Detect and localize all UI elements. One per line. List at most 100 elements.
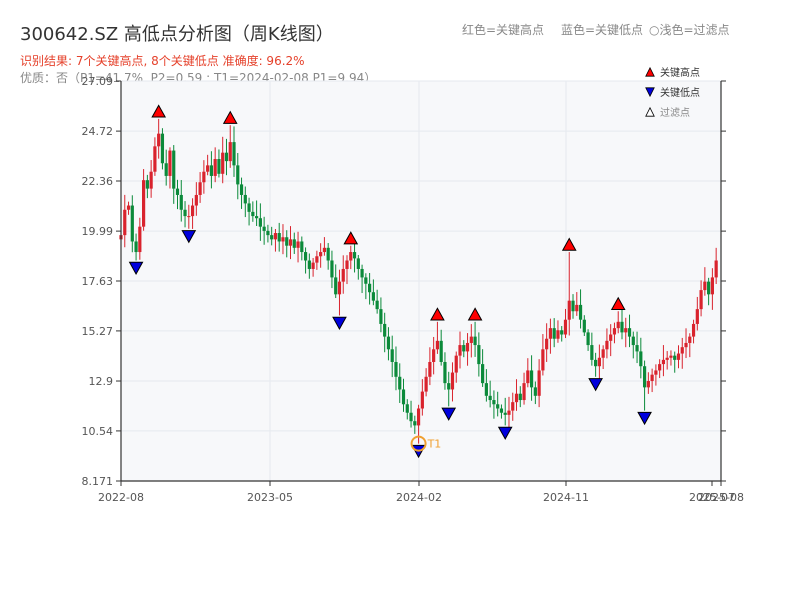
candle-body xyxy=(281,237,285,242)
candle-body xyxy=(624,328,628,333)
candle-body xyxy=(710,277,714,295)
candle-body xyxy=(676,353,681,360)
candle-body xyxy=(285,237,289,246)
candle-body xyxy=(642,366,647,388)
candle-body xyxy=(349,252,353,261)
candle-body xyxy=(420,391,424,409)
candle-body xyxy=(251,211,255,217)
candle-body xyxy=(428,361,432,377)
candle-body xyxy=(266,230,270,236)
candle-body xyxy=(658,364,662,371)
candle-body xyxy=(424,376,428,392)
candle-body xyxy=(364,277,368,284)
candle-body xyxy=(646,381,650,388)
candle-body xyxy=(164,163,168,176)
candle-body xyxy=(371,292,375,301)
candle-body xyxy=(492,400,496,405)
candle-body xyxy=(450,372,455,390)
candle-body xyxy=(334,277,338,295)
y-tick-label: 19.99 xyxy=(82,225,114,238)
candle-body xyxy=(198,182,202,195)
candle-body xyxy=(153,146,157,172)
candle-body xyxy=(582,319,586,333)
candle-body xyxy=(507,410,511,415)
candle-body xyxy=(341,268,345,282)
candle-body xyxy=(292,239,296,248)
candle-body xyxy=(673,355,677,360)
candle-body xyxy=(529,370,534,388)
candle-body xyxy=(571,300,575,312)
candle-body xyxy=(405,404,409,413)
candle-body xyxy=(439,340,443,362)
candle-body xyxy=(454,355,458,373)
candle-body xyxy=(620,321,624,333)
legend-label: 过滤点 xyxy=(660,106,690,119)
candle-body xyxy=(386,336,391,350)
candle-body xyxy=(398,376,402,390)
candle-body xyxy=(315,256,319,263)
candle-body xyxy=(262,226,266,231)
candle-body xyxy=(330,260,334,278)
candle-body xyxy=(601,349,605,358)
candle-body xyxy=(360,268,364,278)
candle-body xyxy=(631,336,635,346)
x-tick-label: 2023-05 xyxy=(247,491,293,504)
candle-body xyxy=(288,239,293,246)
candle-body xyxy=(684,342,688,348)
candle-body xyxy=(522,383,526,401)
candle-body xyxy=(352,252,357,259)
candle-body xyxy=(255,216,259,219)
y-tick-label: 24.72 xyxy=(82,125,114,138)
x-tick-label: 2024-02 xyxy=(396,491,442,504)
candle-body xyxy=(499,408,504,413)
y-tick-label: 27.09 xyxy=(82,75,114,88)
candle-body xyxy=(605,340,609,350)
candle-body xyxy=(413,421,417,426)
candle-body xyxy=(416,408,421,426)
candle-body xyxy=(213,159,217,176)
candle-body xyxy=(541,349,545,371)
candle-body xyxy=(123,209,127,236)
candle-body xyxy=(714,260,718,278)
candle-body xyxy=(172,150,176,189)
candle-body xyxy=(526,370,530,384)
candle-body xyxy=(537,370,541,396)
candle-body xyxy=(503,412,507,415)
candle-body xyxy=(669,355,673,358)
candle-body xyxy=(590,345,594,360)
candle-body xyxy=(277,233,281,242)
legend-label: 关键低点 xyxy=(660,86,700,99)
candle-body xyxy=(443,361,447,384)
candle-body xyxy=(157,133,161,147)
candle-body xyxy=(401,389,406,405)
x-tick-label: 2022-08 xyxy=(98,491,144,504)
candle-body xyxy=(680,347,684,354)
candle-body xyxy=(319,252,323,257)
candle-body xyxy=(695,309,699,324)
candle-body xyxy=(567,300,571,320)
candle-body xyxy=(661,359,666,365)
candle-body xyxy=(477,345,481,365)
candle-body xyxy=(149,171,153,189)
candle-body xyxy=(326,247,330,261)
candle-body xyxy=(458,345,462,356)
candle-body xyxy=(473,336,477,346)
candle-body xyxy=(232,142,236,166)
candle-body xyxy=(179,194,183,210)
candle-body xyxy=(688,336,692,343)
candle-body xyxy=(356,258,360,269)
candle-body xyxy=(390,349,394,362)
candle-body xyxy=(594,359,598,367)
candle-body xyxy=(654,370,658,375)
candle-body xyxy=(612,328,617,335)
candle-body xyxy=(597,357,601,367)
y-tick-label: 15.27 xyxy=(82,325,114,338)
candle-body xyxy=(383,323,387,337)
candle-body xyxy=(247,203,251,212)
candle-body xyxy=(236,165,240,185)
candle-body xyxy=(609,334,613,341)
candle-body xyxy=(552,328,556,339)
candle-body xyxy=(307,260,311,269)
candle-body xyxy=(650,374,654,382)
candle-body xyxy=(175,188,180,195)
